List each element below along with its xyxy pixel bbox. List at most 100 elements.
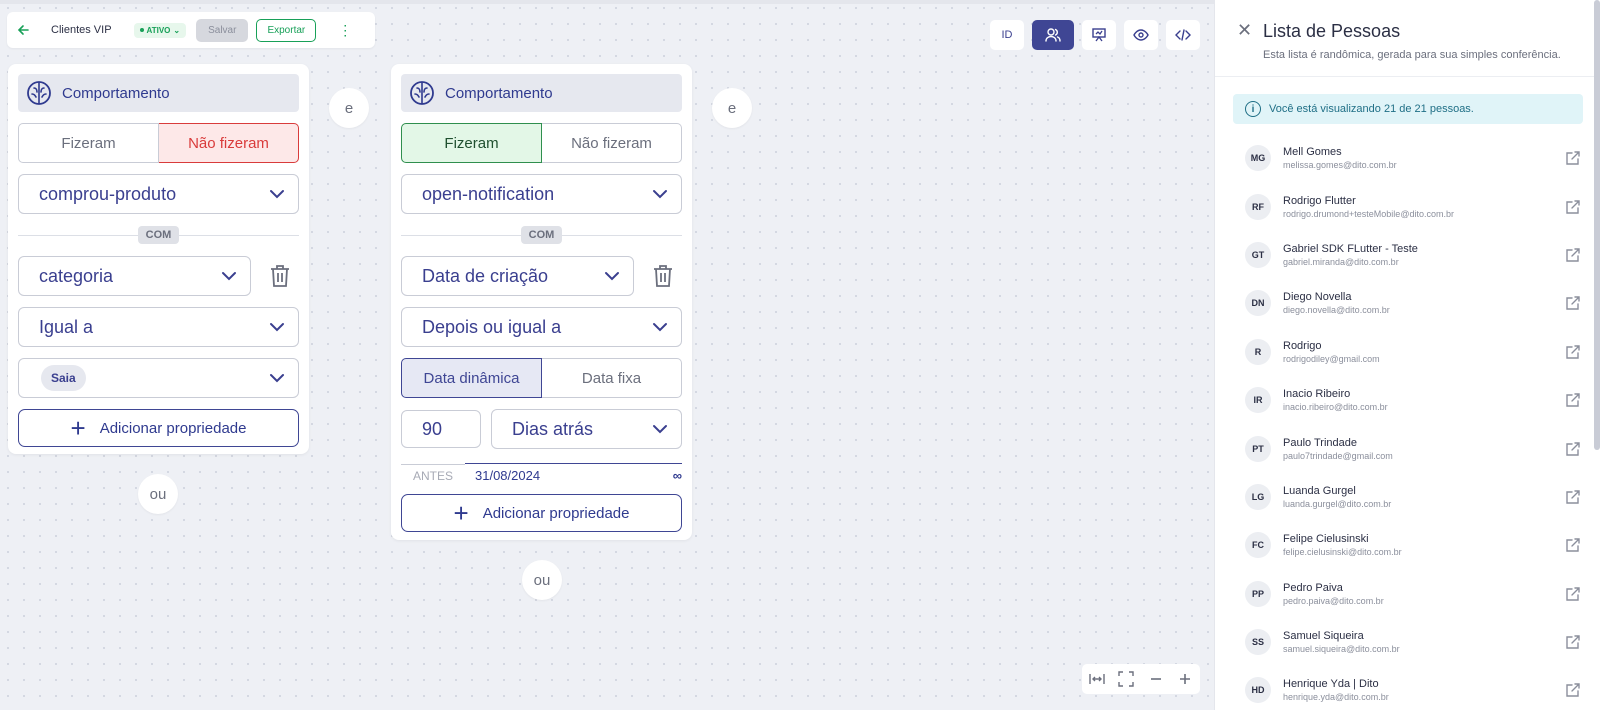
external-link-icon[interactable] [1565, 247, 1581, 263]
avatar: HD [1245, 677, 1271, 704]
person-name: Samuel Siqueira [1283, 630, 1364, 643]
avatar: PT [1245, 435, 1271, 462]
person-email: paulo7trindade@gmail.com [1283, 450, 1393, 461]
person-row[interactable]: IR Inacio Ribeiro inacio.ribeiro@dito.com.… [1233, 376, 1589, 424]
person-row[interactable]: FC Felipe Cielusinski felipe.cielusinski@d… [1233, 521, 1589, 569]
status-badge[interactable]: ATIVO ⌄ [133, 22, 187, 38]
person-email: diego.novella@dito.com.br [1283, 305, 1390, 316]
did-option[interactable]: Fizeram [18, 123, 159, 163]
operator-select[interactable]: Depois ou igual a [401, 307, 682, 347]
chevron-down-icon [270, 323, 284, 332]
property-row: categoria [18, 256, 299, 296]
more-options-icon[interactable]: ⋮ [338, 23, 352, 37]
panel-divider [1215, 76, 1600, 77]
id-view-button[interactable]: ID [990, 20, 1024, 50]
external-link-icon[interactable] [1565, 295, 1581, 311]
zoom-out-icon[interactable] [1148, 671, 1164, 687]
operator-value: Depois ou igual a [422, 316, 562, 337]
presentation-icon [1092, 28, 1106, 42]
and-connector[interactable]: e [712, 88, 752, 128]
external-link-icon[interactable] [1565, 150, 1581, 166]
property-row: Data de criação [401, 256, 682, 296]
panel-subtitle: Esta lista é randômica, gerada para sua … [1263, 49, 1561, 61]
person-name: Gabriel SDK FLutter - Teste [1283, 242, 1418, 255]
person-row[interactable]: GT Gabriel SDK FLutter - Teste gabriel.mir… [1233, 231, 1589, 279]
person-info: Samuel Siqueira samuel.siqueira@dito.com.… [1283, 630, 1565, 654]
fit-width-icon[interactable] [1089, 671, 1105, 687]
person-row[interactable]: PT Paulo Trindade paulo7trindade@gmail.com [1233, 424, 1589, 472]
person-row[interactable]: LG Luanda Gurgel luanda.gurgel@dito.com.br [1233, 473, 1589, 521]
presentation-view-button[interactable] [1082, 20, 1116, 50]
external-link-icon[interactable] [1565, 392, 1581, 408]
property-select[interactable]: Data de criação [401, 256, 634, 296]
person-email: luanda.gurgel@dito.com.br [1283, 498, 1392, 509]
brain-icon [27, 81, 51, 105]
before-label: ANTES [401, 463, 465, 483]
brain-icon [410, 81, 434, 105]
fullscreen-icon[interactable] [1118, 671, 1134, 687]
or-connector[interactable]: ou [522, 560, 562, 600]
behavior-condition-card: Comportamento Fizeram Não fizeram compro… [8, 64, 309, 454]
property-value: categoria [39, 265, 114, 286]
days-amount-input[interactable]: 90 [401, 410, 481, 448]
did-not-option[interactable]: Não fizeram [159, 123, 299, 163]
zoom-in-icon[interactable] [1177, 671, 1193, 687]
person-row[interactable]: HD Henrique Yda | Dito henrique.yda@dito.c… [1233, 666, 1589, 710]
panel-title: Lista de Pessoas [1263, 21, 1401, 41]
person-row[interactable]: MG Mell Gomes melissa.gomes@dito.com.br [1233, 134, 1589, 182]
chevron-down-icon: ⌄ [173, 25, 181, 35]
external-link-icon[interactable] [1565, 682, 1581, 698]
preview-view-button[interactable] [1124, 20, 1158, 50]
info-text: Você está visualizando 21 de 21 pessoas. [1269, 103, 1474, 115]
external-link-icon[interactable] [1565, 586, 1581, 602]
person-row[interactable]: SS Samuel Siqueira samuel.siqueira@dito.co… [1233, 618, 1589, 666]
person-email: rodrigo.drumond+testeMobile@dito.com.br [1283, 208, 1454, 219]
operator-value: Igual a [39, 316, 94, 337]
person-row[interactable]: R Rodrigo rodrigodiley@gmail.com [1233, 328, 1589, 376]
person-row[interactable]: RF Rodrigo Flutter rodrigo.drumond+testeMo… [1233, 182, 1589, 230]
did-not-option[interactable]: Não fizeram [542, 123, 682, 163]
person-email: gabriel.miranda@dito.com.br [1283, 256, 1399, 267]
add-property-button[interactable]: + Adicionar propriedade [401, 494, 682, 532]
property-select[interactable]: categoria [18, 256, 251, 296]
avatar: SS [1245, 629, 1271, 656]
and-connector[interactable]: e [329, 88, 369, 128]
people-view-button[interactable] [1032, 20, 1074, 50]
external-link-icon[interactable] [1565, 634, 1581, 650]
value-chip[interactable]: Saia [41, 365, 86, 391]
person-row[interactable]: PP Pedro Paiva pedro.paiva@dito.com.br [1233, 570, 1589, 618]
external-link-icon[interactable] [1565, 441, 1581, 457]
fixed-date-option[interactable]: Data fixa [542, 358, 682, 398]
person-email: melissa.gomes@dito.com.br [1283, 160, 1397, 171]
time-unit-select[interactable]: Dias atrás [491, 409, 682, 449]
person-email: rodrigodiley@gmail.com [1283, 353, 1380, 364]
person-email: inacio.ribeiro@dito.com.br [1283, 402, 1388, 413]
save-button[interactable]: Salvar [196, 18, 249, 42]
time-unit-value: Dias atrás [512, 418, 594, 439]
or-connector[interactable]: ou [138, 474, 178, 514]
chevron-down-icon [605, 272, 619, 281]
add-property-button[interactable]: + Adicionar propriedade [18, 409, 299, 447]
dynamic-date-option[interactable]: Data dinâmica [401, 358, 542, 398]
scrollbar[interactable] [1594, 0, 1600, 450]
external-link-icon[interactable] [1565, 199, 1581, 215]
external-link-icon[interactable] [1565, 537, 1581, 553]
chevron-down-icon [653, 425, 667, 434]
close-icon[interactable]: ✕ [1237, 20, 1252, 41]
event-select[interactable]: comprou-produto [18, 174, 299, 214]
value-select[interactable]: Saia [18, 358, 299, 398]
external-link-icon[interactable] [1565, 489, 1581, 505]
code-view-button[interactable] [1166, 20, 1200, 50]
operator-select[interactable]: Igual a [18, 307, 299, 347]
export-button[interactable]: Exportar [256, 18, 317, 42]
external-link-icon[interactable] [1565, 344, 1581, 360]
back-arrow-icon[interactable] [17, 24, 35, 36]
plus-icon: + [70, 413, 86, 443]
event-select[interactable]: open-notification [401, 174, 682, 214]
list-name[interactable]: Clientes VIP [51, 24, 112, 36]
did-option[interactable]: Fizeram [401, 123, 542, 163]
person-row[interactable]: DN Diego Novella diego.novella@dito.com.br [1233, 279, 1589, 327]
avatar: MG [1245, 145, 1271, 172]
delete-property-button[interactable] [261, 257, 299, 295]
delete-property-button[interactable] [644, 257, 682, 295]
